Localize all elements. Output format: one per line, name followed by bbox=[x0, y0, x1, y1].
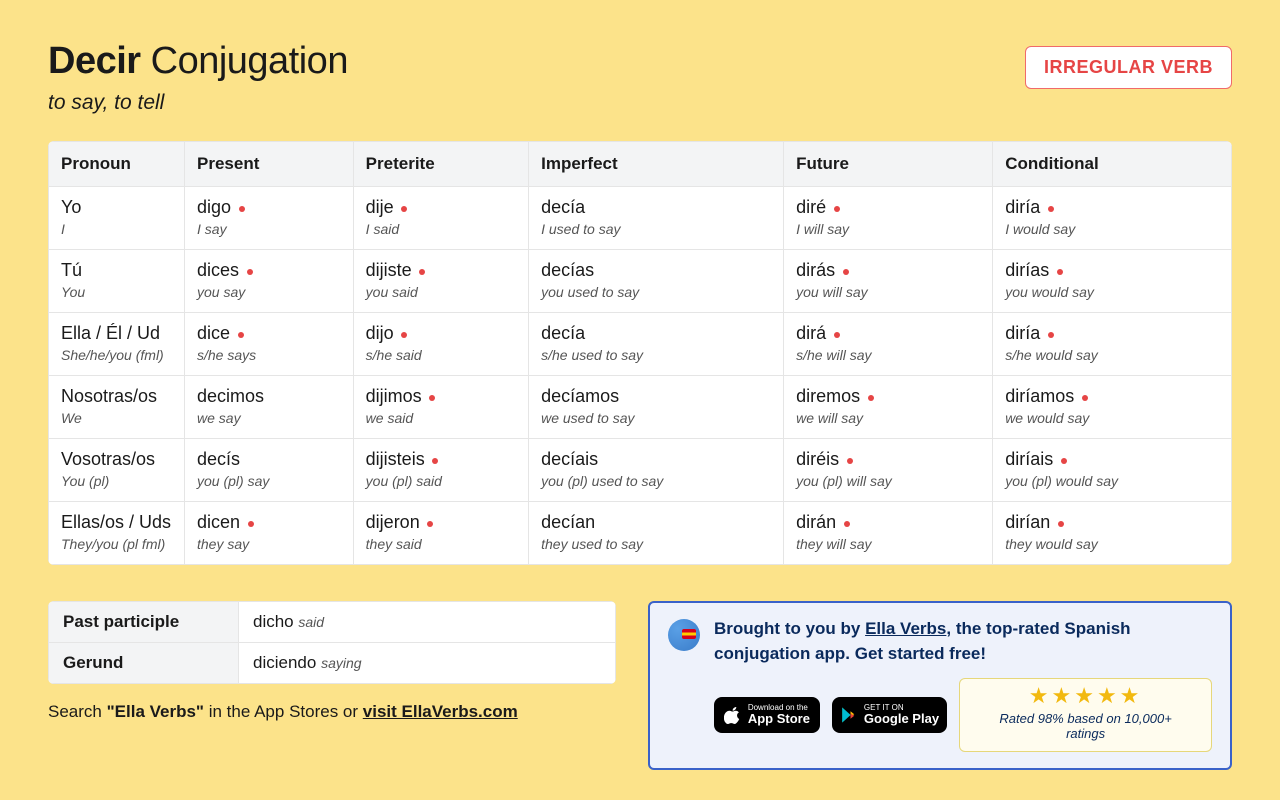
promo-box: Brought to you by Ella Verbs, the top-ra… bbox=[648, 601, 1232, 770]
irregular-dot-icon bbox=[834, 206, 840, 212]
conj-cell: dirá s/he will say bbox=[784, 313, 993, 376]
irregular-dot-icon bbox=[429, 395, 435, 401]
column-header: Imperfect bbox=[529, 142, 784, 187]
conj-cell: digo I say bbox=[185, 187, 354, 250]
irregular-dot-icon bbox=[419, 269, 425, 275]
play-icon bbox=[840, 705, 858, 725]
conj-cell: dijo s/he said bbox=[353, 313, 528, 376]
conj-cell: diremos we will say bbox=[784, 376, 993, 439]
conj-cell: dirás you will say bbox=[784, 250, 993, 313]
conj-cell: diría I would say bbox=[993, 187, 1232, 250]
irregular-dot-icon bbox=[1058, 521, 1064, 527]
column-header: Pronoun bbox=[49, 142, 185, 187]
irregular-dot-icon bbox=[1082, 395, 1088, 401]
conj-word: Conjugation bbox=[151, 40, 348, 82]
participle-table: Past participle dicho said Gerund dicien… bbox=[48, 601, 616, 684]
apple-icon bbox=[724, 704, 742, 726]
conj-cell: diréis you (pl) will say bbox=[784, 439, 993, 502]
irregular-dot-icon bbox=[1057, 269, 1063, 275]
pronoun-cell: Nosotras/osWe bbox=[49, 376, 185, 439]
irregular-dot-icon bbox=[247, 269, 253, 275]
irregular-dot-icon bbox=[844, 521, 850, 527]
irregular-badge: IRREGULAR VERB bbox=[1025, 46, 1232, 89]
conj-cell: dije I said bbox=[353, 187, 528, 250]
table-row: Vosotras/osYou (pl)decísyou (pl) saydiji… bbox=[49, 439, 1232, 502]
page-title: Decir Conjugation bbox=[48, 40, 348, 83]
pp-label: Past participle bbox=[49, 602, 239, 643]
irregular-dot-icon bbox=[868, 395, 874, 401]
conjugation-table: PronounPresentPreteriteImperfectFutureCo… bbox=[48, 141, 1232, 565]
irregular-dot-icon bbox=[1061, 458, 1067, 464]
table-row: TúYoudices you saydijiste you saiddecías… bbox=[49, 250, 1232, 313]
rating-text: Rated 98% based on 10,000+ ratings bbox=[982, 711, 1189, 741]
conj-cell: decíanthey used to say bbox=[529, 502, 784, 565]
conj-cell: decíamoswe used to say bbox=[529, 376, 784, 439]
irregular-dot-icon bbox=[401, 206, 407, 212]
gerund-value: diciendo saying bbox=[239, 643, 616, 684]
column-header: Conditional bbox=[993, 142, 1232, 187]
pp-value: dicho said bbox=[239, 602, 616, 643]
irregular-dot-icon bbox=[238, 332, 244, 338]
app-icon bbox=[668, 619, 700, 651]
verb-meaning: to say, to tell bbox=[48, 91, 348, 115]
conj-cell: decíaI used to say bbox=[529, 187, 784, 250]
table-row: Gerund diciendo saying bbox=[49, 643, 616, 684]
conj-cell: diría s/he would say bbox=[993, 313, 1232, 376]
pronoun-cell: Ellas/os / UdsThey/you (pl fml) bbox=[49, 502, 185, 565]
conj-cell: decíasyou used to say bbox=[529, 250, 784, 313]
table-row: Ellas/os / UdsThey/you (pl fml)dicen the… bbox=[49, 502, 1232, 565]
pronoun-cell: Vosotras/osYou (pl) bbox=[49, 439, 185, 502]
visit-link[interactable]: visit EllaVerbs.com bbox=[363, 702, 518, 721]
page-title-block: Decir Conjugation to say, to tell bbox=[48, 40, 348, 115]
irregular-dot-icon bbox=[401, 332, 407, 338]
pronoun-cell: YoI bbox=[49, 187, 185, 250]
conj-cell: diríais you (pl) would say bbox=[993, 439, 1232, 502]
google-play-button[interactable]: GET IT ONGoogle Play bbox=[832, 697, 947, 733]
irregular-dot-icon bbox=[239, 206, 245, 212]
gerund-label: Gerund bbox=[49, 643, 239, 684]
irregular-dot-icon bbox=[1048, 206, 1054, 212]
irregular-dot-icon bbox=[834, 332, 840, 338]
conj-cell: dices you say bbox=[185, 250, 354, 313]
conj-cell: decísyou (pl) say bbox=[185, 439, 354, 502]
conj-cell: dicen they say bbox=[185, 502, 354, 565]
pronoun-cell: Ella / Él / UdShe/he/you (fml) bbox=[49, 313, 185, 376]
table-row: YoIdigo I saydije I saiddecíaI used to s… bbox=[49, 187, 1232, 250]
irregular-dot-icon bbox=[248, 521, 254, 527]
verb-name: Decir bbox=[48, 40, 141, 82]
irregular-dot-icon bbox=[1048, 332, 1054, 338]
column-header: Preterite bbox=[353, 142, 528, 187]
conj-cell: dijimos we said bbox=[353, 376, 528, 439]
app-store-button[interactable]: Download on theApp Store bbox=[714, 697, 820, 733]
conj-cell: diríamos we would say bbox=[993, 376, 1232, 439]
pronoun-cell: TúYou bbox=[49, 250, 185, 313]
conj-cell: dijisteis you (pl) said bbox=[353, 439, 528, 502]
irregular-dot-icon bbox=[432, 458, 438, 464]
irregular-dot-icon bbox=[427, 521, 433, 527]
rating-box: ★★★★★ Rated 98% based on 10,000+ ratings bbox=[959, 678, 1212, 752]
table-row: Past participle dicho said bbox=[49, 602, 616, 643]
conj-cell: decíaisyou (pl) used to say bbox=[529, 439, 784, 502]
conj-cell: dijeron they said bbox=[353, 502, 528, 565]
conj-cell: dijiste you said bbox=[353, 250, 528, 313]
irregular-dot-icon bbox=[843, 269, 849, 275]
conj-cell: decías/he used to say bbox=[529, 313, 784, 376]
ella-verbs-link[interactable]: Ella Verbs bbox=[865, 619, 946, 638]
irregular-dot-icon bbox=[847, 458, 853, 464]
conj-cell: dirán they will say bbox=[784, 502, 993, 565]
conj-cell: decimoswe say bbox=[185, 376, 354, 439]
search-line: Search "Ella Verbs" in the App Stores or… bbox=[48, 702, 616, 722]
table-row: Nosotras/osWedecimoswe saydijimos we sai… bbox=[49, 376, 1232, 439]
conj-cell: dirías you would say bbox=[993, 250, 1232, 313]
column-header: Present bbox=[185, 142, 354, 187]
table-row: Ella / Él / UdShe/he/you (fml)dice s/he … bbox=[49, 313, 1232, 376]
promo-text: Brought to you by Ella Verbs, the top-ra… bbox=[714, 617, 1212, 666]
conj-cell: diré I will say bbox=[784, 187, 993, 250]
star-icons: ★★★★★ bbox=[982, 685, 1189, 707]
column-header: Future bbox=[784, 142, 993, 187]
conj-cell: dirían they would say bbox=[993, 502, 1232, 565]
conj-cell: dice s/he says bbox=[185, 313, 354, 376]
